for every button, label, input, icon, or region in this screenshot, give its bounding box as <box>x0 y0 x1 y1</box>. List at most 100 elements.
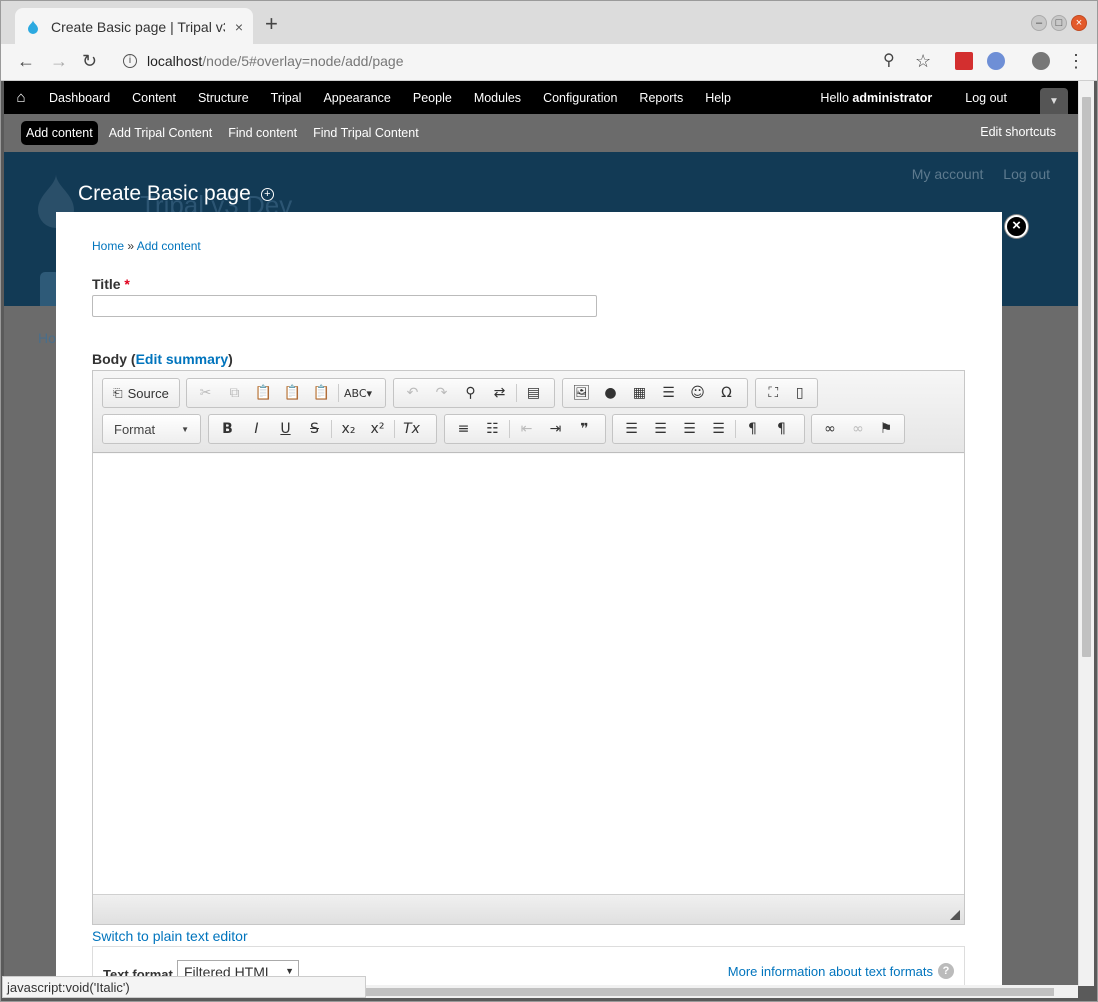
my-account-link[interactable]: My account <box>912 166 984 182</box>
close-window-icon[interactable]: × <box>1071 15 1087 31</box>
scroll-thumb[interactable] <box>1082 97 1091 657</box>
source-button[interactable]: ⎗ Source <box>107 386 175 401</box>
smiley-icon[interactable]: ☺ <box>683 380 712 406</box>
undo-icon[interactable]: ↶ <box>398 380 427 406</box>
paste-icon[interactable]: 📋 <box>249 380 278 406</box>
blockquote-icon[interactable]: ❞ <box>570 416 599 442</box>
reload-icon[interactable]: ↻ <box>82 52 97 70</box>
url-field[interactable]: localhost/node/5#overlay=node/add/page <box>147 53 404 69</box>
overlay-close-icon[interactable]: × <box>1005 215 1028 238</box>
shortcut-add-content[interactable]: Add content <box>21 121 98 145</box>
bookmark-star-icon[interactable]: ☆ <box>915 52 931 70</box>
spellcheck-icon[interactable]: ABC▾ <box>341 380 375 406</box>
vertical-scrollbar[interactable] <box>1078 81 1094 986</box>
zoom-icon[interactable]: ⚲ <box>883 52 895 70</box>
align-left-icon[interactable]: ☰ <box>617 416 646 442</box>
shortcut-drawer-toggle-icon[interactable]: ▼ <box>1040 88 1068 114</box>
ltr-icon[interactable]: ¶ <box>738 416 767 442</box>
indent-icon[interactable]: ⇥ <box>541 416 570 442</box>
edit-shortcuts-link[interactable]: Edit shortcuts <box>980 125 1056 139</box>
toolbar-reports[interactable]: Reports <box>628 91 694 105</box>
anchor-flag-icon[interactable]: ⚑ <box>872 416 900 442</box>
table-icon[interactable]: ▦ <box>625 380 654 406</box>
site-logout-link[interactable]: Log out <box>1003 166 1050 182</box>
bulleted-list-icon[interactable]: ☷ <box>478 416 507 442</box>
paste-word-icon[interactable]: 📋 <box>307 380 336 406</box>
replace-icon[interactable]: ⇄ <box>485 380 514 406</box>
redo-icon[interactable]: ↷ <box>427 380 456 406</box>
switch-editor-link[interactable]: Switch to plain text editor <box>92 928 248 944</box>
shortcut-find-content[interactable]: Find content <box>223 121 302 145</box>
resize-handle-icon[interactable] <box>950 910 960 920</box>
toolbar-appearance[interactable]: Appearance <box>312 91 401 105</box>
paste-text-icon[interactable]: 📋 <box>278 380 307 406</box>
back-arrow-icon[interactable]: ← <box>17 52 35 70</box>
info-icon[interactable]: i <box>123 54 137 68</box>
minimize-icon[interactable]: – <box>1031 15 1047 31</box>
rtl-icon[interactable]: ¶ <box>767 416 796 442</box>
cut-icon[interactable]: ✂ <box>191 380 220 406</box>
toolbar-content[interactable]: Content <box>121 91 187 105</box>
editor-content-area[interactable] <box>93 454 964 894</box>
status-bar: javascript:void('Italic') <box>2 976 366 998</box>
toolbar-people[interactable]: People <box>402 91 463 105</box>
copy-icon[interactable]: ⧉ <box>220 380 249 406</box>
shortcut-find-tripal-content[interactable]: Find Tripal Content <box>308 121 424 145</box>
list-group: ≡ ☷ ⇤ ⇥ ❞ <box>444 414 606 444</box>
extension-icon[interactable] <box>987 52 1005 70</box>
remove-format-icon[interactable]: Tx <box>397 416 426 442</box>
superscript-icon[interactable]: x² <box>363 416 392 442</box>
breadcrumb-home[interactable]: Home <box>92 239 124 253</box>
title-input[interactable] <box>92 295 597 317</box>
home-icon[interactable]: ⌂ <box>4 89 38 106</box>
menu-kebab-icon[interactable]: ⋮ <box>1067 52 1085 70</box>
more-info-link[interactable]: More information about text formats? <box>728 963 954 979</box>
maximize-icon[interactable]: □ <box>1051 15 1067 31</box>
bold-icon[interactable]: B <box>213 416 242 442</box>
special-char-icon[interactable]: Ω <box>712 380 741 406</box>
toolbar-tripal[interactable]: Tripal <box>260 91 313 105</box>
justify-icon[interactable]: ☰ <box>704 416 733 442</box>
image-icon[interactable]: 🖼 <box>567 380 596 406</box>
profile-avatar[interactable] <box>1032 52 1050 70</box>
lastpass-extension-icon[interactable] <box>955 52 973 70</box>
toolbar-configuration[interactable]: Configuration <box>532 91 628 105</box>
toolbar-help[interactable]: Help <box>694 91 742 105</box>
find-icon[interactable]: ⚲ <box>456 380 485 406</box>
strikethrough-icon[interactable]: S <box>300 416 329 442</box>
separator <box>516 384 517 402</box>
edit-summary-link[interactable]: Edit summary <box>136 351 229 367</box>
horizontal-rule-icon[interactable]: ☰ <box>654 380 683 406</box>
align-right-icon[interactable]: ☰ <box>675 416 704 442</box>
shortcut-add-tripal-content[interactable]: Add Tripal Content <box>104 121 218 145</box>
tab-close-icon[interactable]: × <box>235 19 243 35</box>
unlink-icon[interactable]: ∞ <box>844 416 872 442</box>
show-blocks-icon[interactable]: ▯ <box>787 380 814 406</box>
select-all-icon[interactable]: ▤ <box>519 380 548 406</box>
forward-arrow-icon[interactable]: → <box>50 52 68 70</box>
flash-icon[interactable]: ● <box>596 380 625 406</box>
underline-icon[interactable]: U <box>271 416 300 442</box>
tools-group: ⛶ ▯ <box>755 378 818 408</box>
format-dropdown[interactable]: Format ▼ <box>102 414 201 444</box>
add-shortcut-icon[interactable]: + <box>260 187 274 201</box>
link-icon[interactable]: ∞ <box>816 416 844 442</box>
align-center-icon[interactable]: ☰ <box>646 416 675 442</box>
toolbar-dashboard[interactable]: Dashboard <box>38 91 121 105</box>
source-icon: ⎗ <box>113 385 123 400</box>
numbered-list-icon[interactable]: ≡ <box>449 416 478 442</box>
username[interactable]: administrator <box>852 91 932 105</box>
subscript-icon[interactable]: x₂ <box>334 416 363 442</box>
browser-tab[interactable]: Create Basic page | Tripal v3 Dev × <box>15 8 253 45</box>
toolbar-logout[interactable]: Log out <box>954 91 1018 105</box>
maximize-icon[interactable]: ⛶ <box>760 380 787 406</box>
breadcrumb-add-content[interactable]: Add content <box>137 239 201 253</box>
toolbar-structure[interactable]: Structure <box>187 91 260 105</box>
outdent-icon[interactable]: ⇤ <box>512 416 541 442</box>
new-tab-button[interactable]: + <box>265 13 278 35</box>
window-controls: – □ × <box>1031 15 1087 31</box>
toolbar-modules[interactable]: Modules <box>463 91 532 105</box>
scroll-thumb[interactable] <box>364 988 1054 996</box>
overlay-title: Create Basic page + <box>78 182 274 206</box>
italic-icon[interactable]: I <box>242 416 271 442</box>
